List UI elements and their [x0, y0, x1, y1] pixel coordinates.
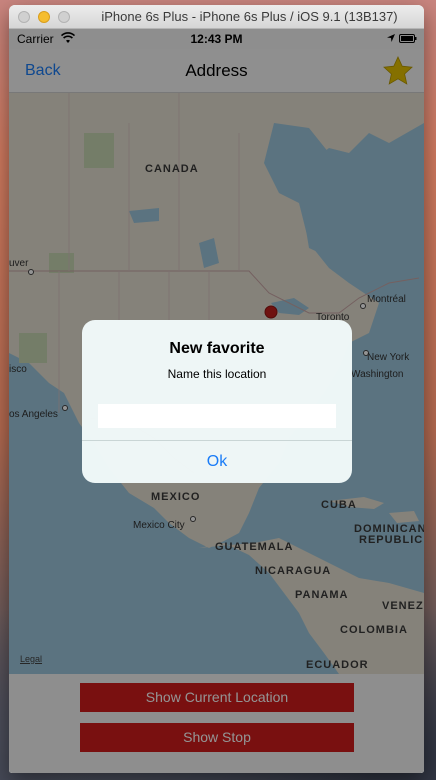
ok-button[interactable]: Ok [82, 441, 352, 483]
window-titlebar: iPhone 6s Plus - iPhone 6s Plus / iOS 9.… [9, 5, 424, 29]
ios-screen: Carrier 12:43 PM Back Address CANADA uve… [9, 29, 424, 773]
window-title: iPhone 6s Plus - iPhone 6s Plus / iOS 9.… [101, 9, 398, 24]
alert-title: New favorite [169, 340, 265, 357]
minimize-window-button[interactable] [38, 11, 50, 23]
close-window-button[interactable] [18, 11, 30, 23]
new-favorite-alert: New favorite Name this location Ok [82, 320, 352, 483]
zoom-window-button[interactable] [58, 11, 70, 23]
alert-message: Name this location [167, 367, 267, 381]
simulator-window: iPhone 6s Plus - iPhone 6s Plus / iOS 9.… [9, 5, 424, 773]
location-name-input[interactable] [98, 404, 336, 428]
